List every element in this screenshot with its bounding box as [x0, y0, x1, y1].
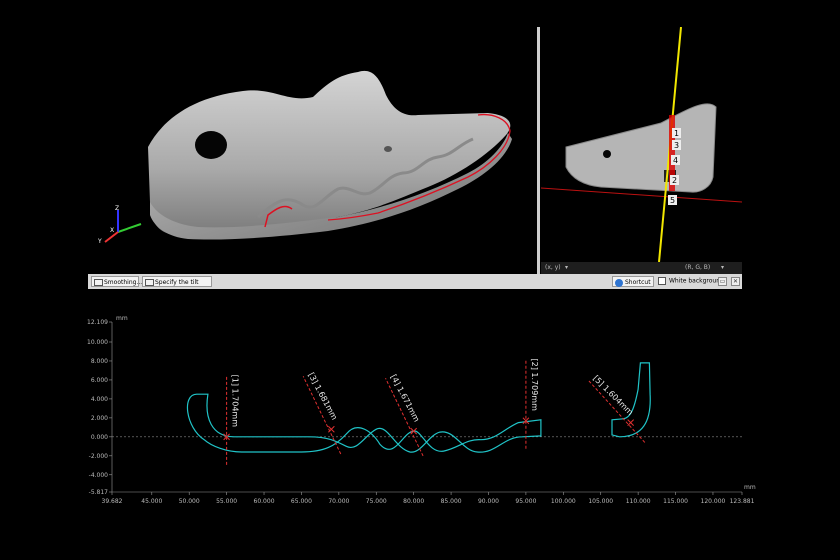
- x-tick-label: 75.000: [366, 498, 387, 505]
- view-splitter[interactable]: [537, 27, 540, 275]
- y-tick-label: 8.000: [91, 358, 108, 365]
- axis-z-label: Z: [115, 205, 119, 212]
- x-tick-label: 55.000: [216, 498, 237, 505]
- x-tick-label: 100.000: [551, 498, 576, 505]
- section-view-panel[interactable]: 1 3 4 2 5: [540, 26, 743, 263]
- x-tick-label: 70.000: [328, 498, 349, 505]
- x-tick-label: 39.682: [102, 498, 123, 505]
- white-background-checkbox[interactable]: [658, 277, 666, 285]
- x-tick-label: 90.000: [478, 498, 499, 505]
- tilt-origin-button[interactable]: Specify the tilt origin...: [142, 276, 212, 297]
- y-tick-label: 0.000: [91, 434, 108, 441]
- section-view-render: 1 3 4 2 5: [540, 26, 743, 263]
- y-tick-label: -4.000: [89, 472, 109, 479]
- measurement-line: [587, 379, 646, 443]
- x-axis-unit: mm: [744, 484, 756, 491]
- y-tick-label: 4.000: [91, 396, 108, 403]
- measurement-label: [3] 1.681mm: [306, 371, 339, 422]
- cursor-color: (R, G, B): [685, 264, 711, 271]
- x-tick-label: 115.000: [663, 498, 688, 505]
- measurement-4[interactable]: [2] 1.709mm: [522, 359, 539, 449]
- marker-3: 3: [674, 141, 679, 150]
- marker-4: 4: [673, 156, 678, 165]
- part-hole: [195, 131, 227, 159]
- x-tick-label: 85.000: [441, 498, 462, 505]
- thickness-profile-chart: 12.109 10.000 8.000 6.000 4.000 2.000 0.000 -2.…: [80, 312, 760, 524]
- x-tick-label: 45.000: [141, 498, 162, 505]
- y-axis-unit: mm: [116, 315, 128, 322]
- x-tick-label: 65.000: [291, 498, 312, 505]
- measurement-label: [1] 1.704mm: [231, 375, 240, 428]
- close-button[interactable]: ✕: [731, 277, 740, 286]
- measurement-label: [4] 1.671mm: [389, 373, 422, 424]
- color-dropdown-icon[interactable]: ▾: [721, 264, 724, 271]
- tilt-origin-label: Specify the tilt origin...: [155, 279, 199, 297]
- x-tick-label: 50.000: [179, 498, 200, 505]
- smoothing-button[interactable]: Smoothing...: [91, 276, 143, 287]
- axis-triad: Z X Y: [97, 205, 142, 245]
- marker-2: 2: [672, 176, 677, 185]
- white-background-label: White background: [669, 277, 724, 285]
- x-tick-label: 60.000: [254, 498, 275, 505]
- section-baseline: [540, 187, 743, 203]
- white-background-toggle[interactable]: White background: [658, 277, 724, 285]
- y-tick-label: -5.817: [89, 489, 109, 496]
- minimize-button[interactable]: ▭: [718, 277, 727, 286]
- y-tick-label: 2.000: [91, 415, 108, 422]
- measurement-5[interactable]: [5] 1.604mm: [587, 374, 646, 443]
- axis-y-label: Y: [97, 238, 102, 245]
- shortcut-button[interactable]: Shortcut: [612, 276, 654, 287]
- y-tick-label: 12.109: [87, 319, 108, 326]
- axis-x-line: [117, 223, 142, 233]
- measurement-3[interactable]: [4] 1.671mm: [385, 373, 424, 457]
- y-tick-label: 6.000: [91, 377, 108, 384]
- measurement-mark: [627, 419, 635, 426]
- profile-chart-svg: 12.109 10.000 8.000 6.000 4.000 2.000 0.000 -2.…: [87, 315, 756, 505]
- 3d-view-panel[interactable]: Z X Y: [88, 27, 530, 274]
- y-tick-label: -2.000: [89, 453, 109, 460]
- profile-curve: [186, 362, 651, 453]
- y-tick-label: 10.000: [87, 339, 108, 346]
- tilt-origin-icon: [145, 279, 154, 286]
- x-tick-label: 95.000: [515, 498, 536, 505]
- smoothing-icon: [94, 279, 103, 286]
- section-part-hole: [603, 150, 611, 158]
- axis-x-label: X: [110, 227, 114, 234]
- coords-dropdown-icon[interactable]: ▾: [565, 264, 568, 271]
- x-tick-label: 80.000: [403, 498, 424, 505]
- shortcut-icon: [615, 279, 623, 287]
- section-status-bar: (x, y) ▾ (R, G, B) ▾: [541, 262, 742, 274]
- measurement-label: [2] 1.709mm: [530, 359, 539, 412]
- smoothing-label: Smoothing...: [104, 279, 143, 286]
- bottom-toolbar: Smoothing... Specify the tilt origin... …: [88, 274, 742, 297]
- cursor-coords: (x, y): [545, 264, 561, 271]
- part-small-hole: [384, 146, 392, 152]
- x-tick-label: 105.000: [588, 498, 613, 505]
- measurement-label: [5] 1.604mm: [591, 374, 635, 418]
- section-part-body: [565, 103, 717, 193]
- shortcut-label: Shortcut: [625, 279, 651, 286]
- marker-1: 1: [674, 129, 679, 138]
- x-tick-label: 123.881: [730, 498, 755, 505]
- x-tick-label: 120.000: [701, 498, 726, 505]
- x-tick-label: 110.000: [626, 498, 651, 505]
- marker-5: 5: [670, 196, 675, 205]
- 3d-part-render: [148, 70, 512, 240]
